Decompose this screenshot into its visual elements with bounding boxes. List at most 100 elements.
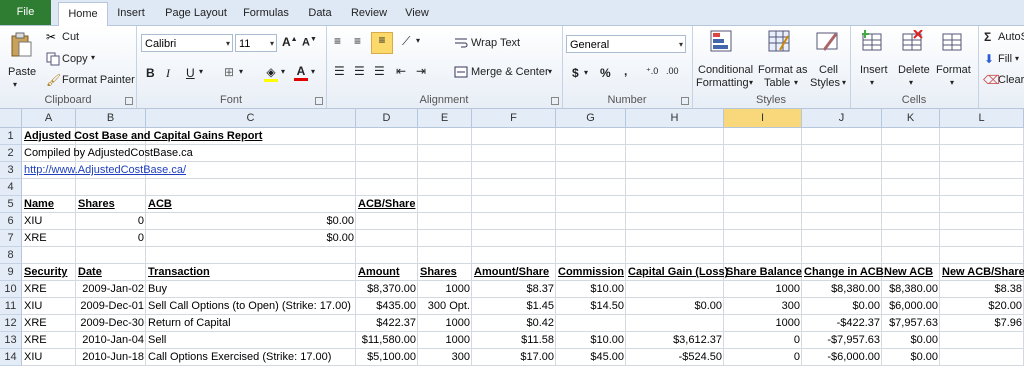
- cell-a2[interactable]: Compiled by AdjustedCostBase.ca: [22, 145, 193, 162]
- tab-home[interactable]: Home: [58, 2, 108, 27]
- cell-i9[interactable]: Share Balance: [724, 264, 802, 281]
- cell-g14[interactable]: $45.00: [556, 349, 626, 366]
- column-header-e[interactable]: E: [418, 109, 472, 128]
- delete-cells-button[interactable]: Delete: [898, 64, 930, 76]
- conditional-formatting-icon[interactable]: [710, 30, 732, 54]
- align-bottom-icon[interactable]: ≡: [371, 32, 393, 54]
- cell-c13[interactable]: Sell: [146, 332, 356, 349]
- row-header-7[interactable]: 7: [0, 230, 22, 247]
- merge-center-icon[interactable]: [454, 66, 468, 78]
- cell-k14[interactable]: $0.00: [882, 349, 940, 366]
- row-header-6[interactable]: 6: [0, 213, 22, 230]
- cell-j12[interactable]: -$422.37: [802, 315, 882, 332]
- cell-styles-dropdown-icon[interactable]: ▾: [842, 78, 846, 87]
- format-as-table-label-2[interactable]: Table: [764, 77, 790, 89]
- copy-button[interactable]: Copy: [62, 53, 88, 65]
- cell-styles-label-1[interactable]: Cell: [819, 64, 838, 76]
- cell-k13[interactable]: $0.00: [882, 332, 940, 349]
- align-top-icon[interactable]: ≡: [334, 34, 341, 48]
- format-as-table-dropdown-icon[interactable]: ▾: [794, 78, 798, 87]
- cell-e10[interactable]: 1000: [418, 281, 472, 298]
- fill-dropdown-icon[interactable]: ▾: [1015, 54, 1019, 63]
- fill-color-dropdown-icon[interactable]: ▾: [281, 67, 285, 76]
- cell-f10[interactable]: $8.37: [472, 281, 556, 298]
- cell-b10[interactable]: 2009-Jan-02: [76, 281, 146, 298]
- currency-dropdown-icon[interactable]: ▾: [584, 68, 588, 77]
- row-header-14[interactable]: 14: [0, 349, 22, 366]
- cell-a11[interactable]: XIU: [22, 298, 76, 315]
- cell-k11[interactable]: $6,000.00: [882, 298, 940, 315]
- row-header-1[interactable]: 1: [0, 128, 22, 145]
- cell-h11[interactable]: $0.00: [626, 298, 724, 315]
- row-header-5[interactable]: 5: [0, 196, 22, 213]
- delete-dropdown-icon[interactable]: ▾: [909, 78, 913, 87]
- cell-j9[interactable]: Change in ACB: [802, 264, 884, 281]
- column-header-l[interactable]: L: [940, 109, 1024, 128]
- cell-c6[interactable]: $0.00: [146, 213, 356, 230]
- cut-button[interactable]: Cut: [62, 31, 79, 43]
- row-header-3[interactable]: 3: [0, 162, 22, 179]
- cell-i14[interactable]: 0: [724, 349, 802, 366]
- cell-c5[interactable]: ACB: [146, 196, 356, 213]
- scissors-icon[interactable]: ✂: [46, 30, 60, 44]
- cell-e11[interactable]: 300 Opt.: [418, 298, 472, 315]
- cell-g9[interactable]: Commission: [556, 264, 626, 281]
- currency-icon[interactable]: $: [572, 66, 579, 80]
- paste-button[interactable]: Paste: [8, 66, 36, 78]
- cell-k10[interactable]: $8,380.00: [882, 281, 940, 298]
- format-painter-button[interactable]: Format Painter: [62, 74, 135, 86]
- format-dropdown-icon[interactable]: ▾: [950, 78, 954, 87]
- fill-icon[interactable]: ⬇: [984, 52, 994, 66]
- italic-icon[interactable]: I: [166, 66, 170, 81]
- cell-d10[interactable]: $8,370.00: [356, 281, 418, 298]
- tab-page-layout[interactable]: Page Layout: [160, 2, 232, 25]
- decrease-indent-icon[interactable]: ⇤: [396, 64, 406, 78]
- tab-formulas[interactable]: Formulas: [238, 2, 294, 25]
- comma-icon[interactable]: ,: [624, 64, 627, 78]
- cell-e12[interactable]: 1000: [418, 315, 472, 332]
- conditional-formatting-label-1[interactable]: Conditional: [698, 64, 753, 76]
- cell-a5[interactable]: Name: [22, 196, 76, 213]
- cell-d13[interactable]: $11,580.00: [356, 332, 418, 349]
- cell-j14[interactable]: -$6,000.00: [802, 349, 882, 366]
- font-color-dropdown-icon[interactable]: ▾: [311, 67, 315, 76]
- cell-l10[interactable]: $8.38: [940, 281, 1024, 298]
- cell-h9[interactable]: Capital Gain (Loss): [626, 264, 728, 281]
- column-header-g[interactable]: G: [556, 109, 626, 128]
- tab-insert[interactable]: Insert: [110, 2, 152, 25]
- cell-f12[interactable]: $0.42: [472, 315, 556, 332]
- column-header-j[interactable]: J: [802, 109, 882, 128]
- cell-f11[interactable]: $1.45: [472, 298, 556, 315]
- cell-b9[interactable]: Date: [76, 264, 146, 281]
- paste-dropdown-icon[interactable]: ▾: [13, 80, 17, 89]
- row-header-2[interactable]: 2: [0, 145, 22, 162]
- cell-c9[interactable]: Transaction: [146, 264, 356, 281]
- cell-j11[interactable]: $0.00: [802, 298, 882, 315]
- align-left-icon[interactable]: ☰: [334, 64, 345, 78]
- column-header-c[interactable]: C: [146, 109, 356, 128]
- insert-cells-icon[interactable]: [861, 30, 884, 54]
- column-header-h[interactable]: H: [626, 109, 724, 128]
- merge-center-button[interactable]: Merge & Center: [471, 66, 549, 78]
- number-launcher-icon[interactable]: [681, 97, 689, 105]
- orientation-icon[interactable]: ⟋: [402, 34, 410, 49]
- align-center-icon[interactable]: ☰: [354, 64, 365, 78]
- delete-cells-icon[interactable]: [902, 29, 924, 54]
- cell-c12[interactable]: Return of Capital: [146, 315, 356, 332]
- format-cells-button[interactable]: Format: [936, 64, 971, 76]
- cell-d5[interactable]: ACB/Share: [356, 196, 418, 213]
- column-header-d[interactable]: D: [356, 109, 418, 128]
- cell-b7[interactable]: 0: [76, 230, 146, 247]
- row-header-11[interactable]: 11: [0, 298, 22, 315]
- insert-dropdown-icon[interactable]: ▾: [870, 78, 874, 87]
- cell-f9[interactable]: Amount/Share: [472, 264, 556, 281]
- cell-a10[interactable]: XRE: [22, 281, 76, 298]
- row-header-9[interactable]: 9: [0, 264, 22, 281]
- row-header-4[interactable]: 4: [0, 179, 22, 196]
- cell-j10[interactable]: $8,380.00: [802, 281, 882, 298]
- wrap-text-icon[interactable]: [454, 37, 468, 49]
- cell-a3[interactable]: http://www.AdjustedCostBase.ca/: [22, 162, 186, 179]
- column-header-f[interactable]: F: [472, 109, 556, 128]
- cell-i13[interactable]: 0: [724, 332, 802, 349]
- column-header-b[interactable]: B: [76, 109, 146, 128]
